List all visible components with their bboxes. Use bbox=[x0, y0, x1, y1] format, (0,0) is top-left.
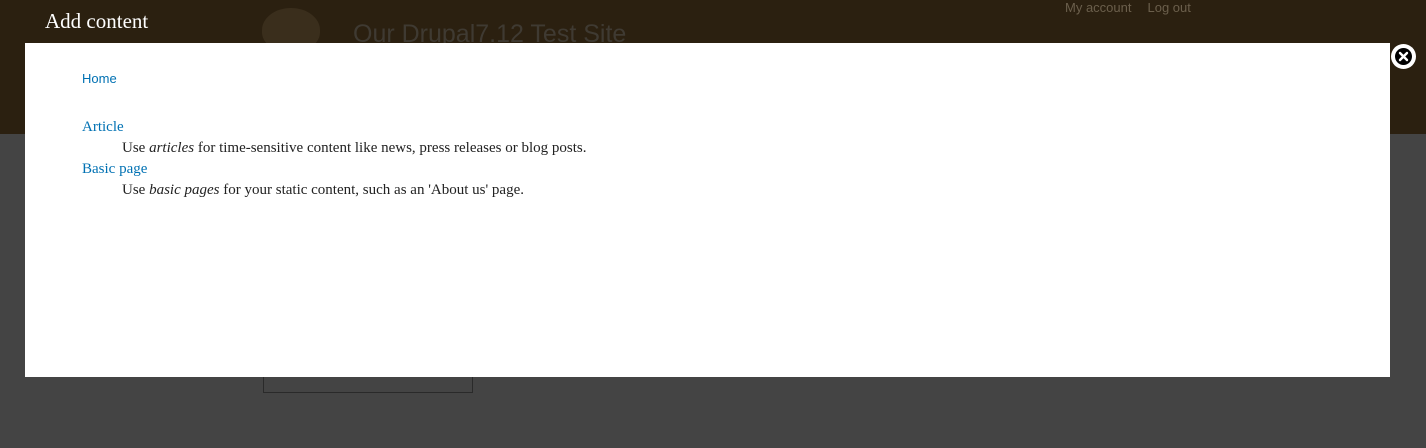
description-emphasis: articles bbox=[149, 140, 195, 156]
log-out-link[interactable]: Log out bbox=[1147, 0, 1190, 15]
description-emphasis: basic pages bbox=[149, 182, 220, 198]
overlay-dialog: Home Article Use articles for time-sensi… bbox=[25, 43, 1390, 377]
my-account-link[interactable]: My account bbox=[1065, 0, 1131, 15]
content-type-list: Article Use articles for time-sensitive … bbox=[82, 117, 587, 201]
basic-page-description: Use basic pages for your static content,… bbox=[122, 180, 587, 201]
description-text: for your static content, such as an 'Abo… bbox=[219, 182, 524, 198]
close-icon bbox=[1395, 48, 1412, 65]
breadcrumb-home-link[interactable]: Home bbox=[82, 71, 117, 86]
breadcrumb: Home bbox=[82, 71, 117, 86]
content-type-item-article: Article bbox=[82, 117, 587, 138]
description-text: Use bbox=[122, 140, 150, 156]
description-text: Use bbox=[122, 182, 150, 198]
overlay-close-button[interactable] bbox=[1391, 44, 1416, 69]
basic-page-link[interactable]: Basic page bbox=[82, 161, 147, 177]
content-type-item-basic-page: Basic page bbox=[82, 159, 587, 180]
secondary-menu: My account Log out bbox=[1065, 0, 1191, 15]
article-link[interactable]: Article bbox=[82, 119, 124, 135]
description-text: for time-sensitive content like news, pr… bbox=[194, 140, 587, 156]
article-description: Use articles for time-sensitive content … bbox=[122, 138, 587, 159]
overlay-title: Add content bbox=[45, 9, 149, 33]
screen: Our Drupal7.12 Test Site My account Log … bbox=[0, 0, 1426, 448]
